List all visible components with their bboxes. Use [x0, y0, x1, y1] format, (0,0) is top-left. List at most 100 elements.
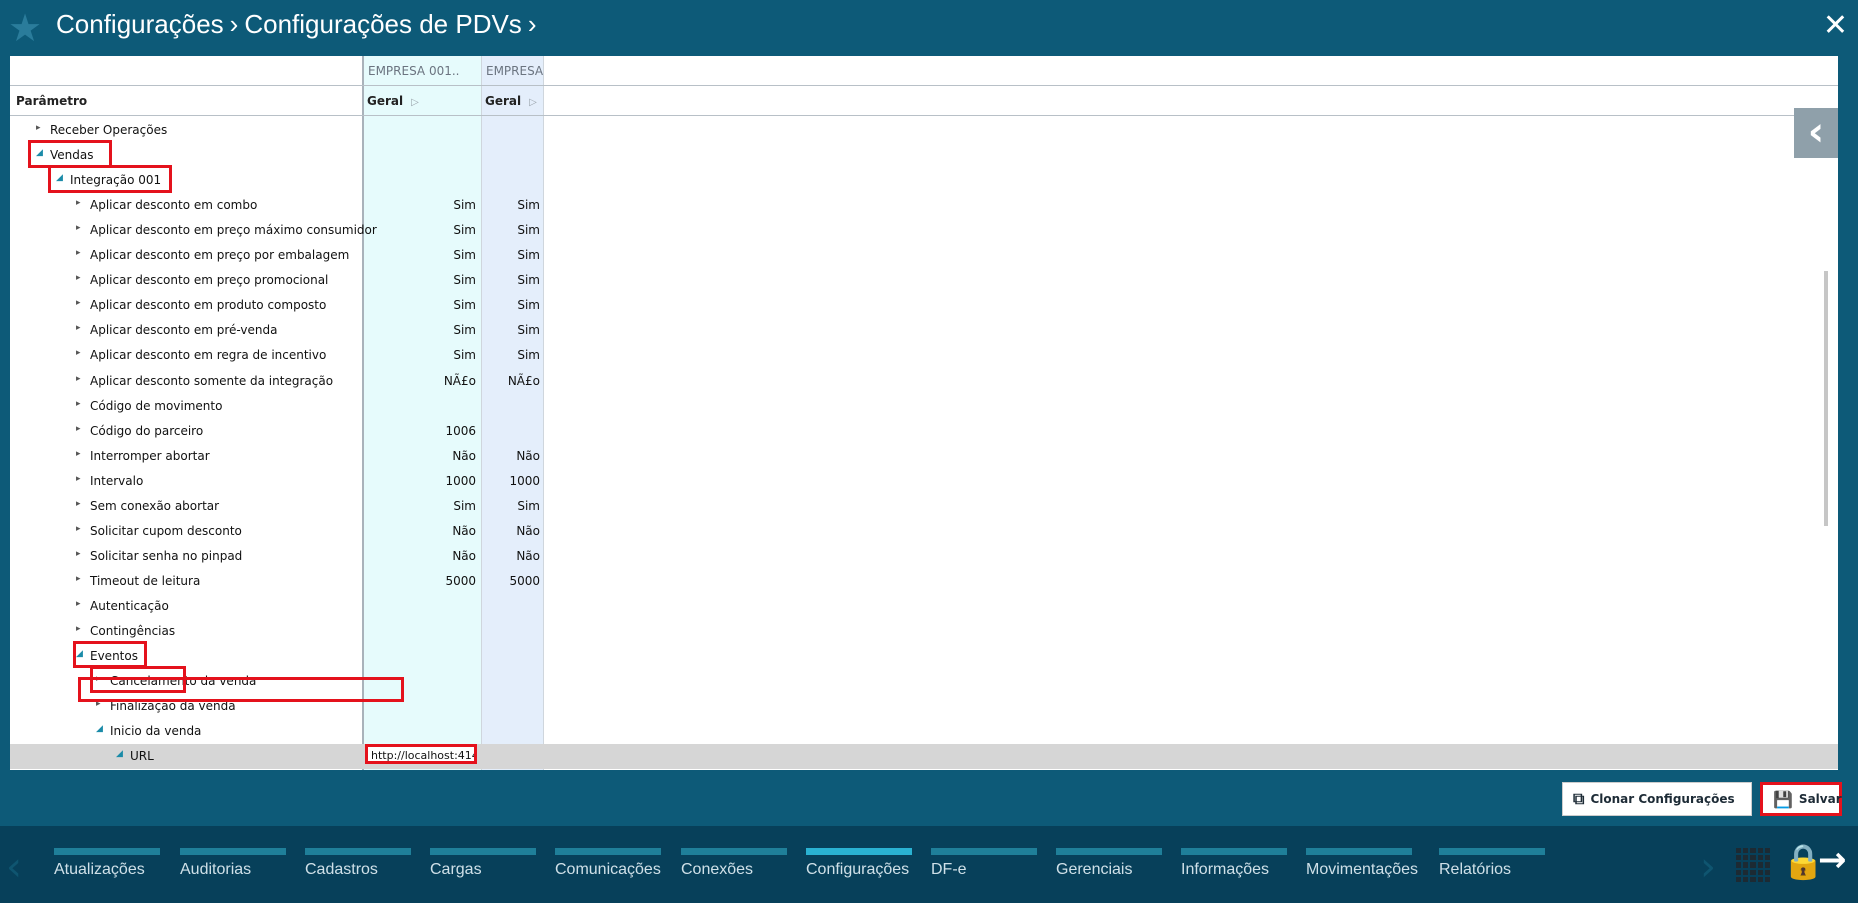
collapsed-triangle-icon[interactable]: ▸ [76, 599, 81, 609]
tree-row[interactable]: ▸ Interromper abortar Não Não [10, 444, 1838, 469]
collapsed-triangle-icon[interactable]: ▸ [76, 499, 81, 509]
value-empresa[interactable]: Sim [484, 273, 540, 287]
nav-item-cargas[interactable]: Cargas [430, 848, 536, 879]
tree-row[interactable]: ◢ Eventos [10, 644, 1838, 669]
nav-item-auditorias[interactable]: Auditorias [180, 848, 286, 879]
expanded-triangle-icon[interactable]: ◢ [96, 724, 103, 734]
collapsed-triangle-icon[interactable]: ▸ [76, 524, 81, 534]
nav-item-informações[interactable]: Informações [1181, 848, 1287, 879]
tree-row[interactable]: ▸ Timeout de leitura 5000 5000 [10, 569, 1838, 594]
collapsed-triangle-icon[interactable]: ▸ [76, 248, 81, 258]
tree-row[interactable]: ◢ Inicio da venda [10, 719, 1838, 744]
value-empresa-001[interactable]: Sim [370, 223, 476, 237]
close-icon[interactable]: ✕ [1823, 6, 1848, 46]
nav-item-configurações[interactable]: Configurações [806, 848, 912, 879]
value-empresa[interactable]: Sim [484, 499, 540, 513]
value-empresa-001[interactable]: Sim [370, 323, 476, 337]
parametro-header[interactable]: Parâmetro [16, 94, 87, 108]
tree-row[interactable]: ▸ Aplicar desconto em combo Sim Sim [10, 193, 1838, 218]
tree-row[interactable]: ◢ Vendas [10, 143, 1838, 168]
exit-arrow-icon[interactable]: → [1818, 840, 1847, 880]
nav-item-conexões[interactable]: Conexões [681, 848, 787, 879]
value-empresa[interactable]: 1000 [484, 474, 540, 488]
value-empresa[interactable]: Sim [484, 248, 540, 262]
collapsed-triangle-icon[interactable]: ▸ [76, 449, 81, 459]
value-empresa[interactable]: Não [484, 449, 540, 463]
value-empresa[interactable]: Sim [484, 348, 540, 362]
tree-row[interactable]: ▸ Código do parceiro 1006 [10, 419, 1838, 444]
play-icon[interactable]: ▷ [411, 97, 419, 108]
value-empresa-001[interactable]: Não [370, 549, 476, 563]
nav-item-df-e[interactable]: DF-e [931, 848, 1037, 879]
value-empresa[interactable]: Sim [484, 223, 540, 237]
breadcrumb-configuracoes-pdvs[interactable]: Configurações de PDVs [244, 9, 521, 39]
tree-row[interactable]: ▸ Aplicar desconto em pré-venda Sim Sim [10, 318, 1838, 343]
value-empresa[interactable]: Sim [484, 198, 540, 212]
nav-item-movimentações[interactable]: Movimentações [1306, 848, 1418, 879]
tree-row[interactable]: ▸ Autenticação [10, 594, 1838, 619]
collapsed-triangle-icon[interactable]: ▸ [76, 273, 81, 283]
clone-configurations-button[interactable]: ⧉ Clonar Configurações [1562, 782, 1752, 816]
scrollbar[interactable] [1824, 271, 1828, 526]
collapsed-triangle-icon[interactable]: ▸ [76, 374, 81, 384]
collapsed-triangle-icon[interactable]: ▸ [76, 549, 81, 559]
tree-row[interactable]: ▸ Código de movimento [10, 394, 1838, 419]
value-empresa-001[interactable]: Não [370, 449, 476, 463]
value-empresa-001[interactable]: NÃ£o [370, 374, 476, 388]
collapsed-triangle-icon[interactable]: ▸ [76, 348, 81, 358]
chevron-left-icon[interactable]: ‹ [6, 844, 22, 890]
value-empresa[interactable]: Não [484, 524, 540, 538]
tree-row[interactable]: ▸ Aplicar desconto em preço por embalagem… [10, 243, 1838, 268]
geral-header-1[interactable]: Geral ▷ [367, 94, 419, 108]
tree-row[interactable]: ▸ Aplicar desconto em regra de incentivo S… [10, 343, 1838, 368]
star-icon[interactable]: ★ [8, 8, 48, 48]
grid-icon[interactable] [1736, 848, 1770, 882]
tree-row[interactable]: ▸ Contingências [10, 619, 1838, 644]
chevron-left-icon[interactable]: ‹ [1794, 108, 1838, 158]
value-empresa[interactable]: 5000 [484, 574, 540, 588]
value-empresa-001[interactable]: Sim [370, 348, 476, 362]
tree-row[interactable]: ▸ Aplicar desconto em preço máximo consum… [10, 218, 1838, 243]
tree-row[interactable]: ◢ URL [10, 744, 1838, 770]
tree-row[interactable]: ▸ Solicitar cupom desconto Não Não [10, 519, 1838, 544]
url-input[interactable]: http://localhost:4141 [365, 744, 477, 764]
value-empresa-001[interactable]: 5000 [370, 574, 476, 588]
collapsed-triangle-icon[interactable]: ▸ [36, 123, 41, 133]
tree-row[interactable]: ▸ Intervalo 1000 1000 [10, 469, 1838, 494]
value-empresa-001[interactable]: Sim [370, 499, 476, 513]
expanded-triangle-icon[interactable]: ◢ [116, 749, 123, 759]
tree-row[interactable]: ▸ Sem conexão abortar Sim Sim [10, 494, 1838, 519]
value-empresa-001[interactable]: Sim [370, 298, 476, 312]
tree-row[interactable]: ▸ Aplicar desconto em produto composto Sim… [10, 293, 1838, 318]
tree-row[interactable]: ▸ Aplicar desconto somente da integração N… [10, 369, 1838, 394]
collapsed-triangle-icon[interactable]: ▸ [76, 574, 81, 584]
tree-row[interactable]: ▸ Solicitar senha no pinpad Não Não [10, 544, 1838, 569]
geral-header-2[interactable]: Geral ▷ [485, 94, 537, 108]
tree-row[interactable]: ▸ Aplicar desconto em preço promocional Si… [10, 268, 1838, 293]
nav-item-relatórios[interactable]: Relatórios [1439, 848, 1545, 879]
value-empresa-001[interactable]: Sim [370, 198, 476, 212]
tree-row[interactable]: ▸ Receber Operações [10, 118, 1838, 143]
value-empresa-001[interactable]: Sim [370, 248, 476, 262]
value-empresa[interactable]: Sim [484, 298, 540, 312]
value-empresa-001[interactable]: 1000 [370, 474, 476, 488]
chevron-right-icon[interactable]: › [1700, 844, 1716, 890]
collapsed-triangle-icon[interactable]: ▸ [76, 298, 81, 308]
value-empresa[interactable]: Sim [484, 323, 540, 337]
value-empresa-001[interactable]: Sim [370, 273, 476, 287]
value-empresa-001[interactable]: 1006 [370, 424, 476, 438]
nav-item-comunicações[interactable]: Comunicações [555, 848, 661, 879]
nav-item-gerenciais[interactable]: Gerenciais [1056, 848, 1162, 879]
nav-item-cadastros[interactable]: Cadastros [305, 848, 411, 879]
nav-item-atualizações[interactable]: Atualizações [54, 848, 160, 879]
collapsed-triangle-icon[interactable]: ▸ [76, 624, 81, 634]
collapsed-triangle-icon[interactable]: ▸ [76, 424, 81, 434]
collapsed-triangle-icon[interactable]: ▸ [76, 323, 81, 333]
collapsed-triangle-icon[interactable]: ▸ [76, 474, 81, 484]
value-empresa-001[interactable]: Não [370, 524, 476, 538]
collapsed-triangle-icon[interactable]: ▸ [76, 399, 81, 409]
collapsed-triangle-icon[interactable]: ▸ [76, 198, 81, 208]
play-icon[interactable]: ▷ [529, 97, 537, 108]
collapsed-triangle-icon[interactable]: ▸ [76, 223, 81, 233]
save-button[interactable]: 💾 Salvar [1760, 782, 1842, 816]
